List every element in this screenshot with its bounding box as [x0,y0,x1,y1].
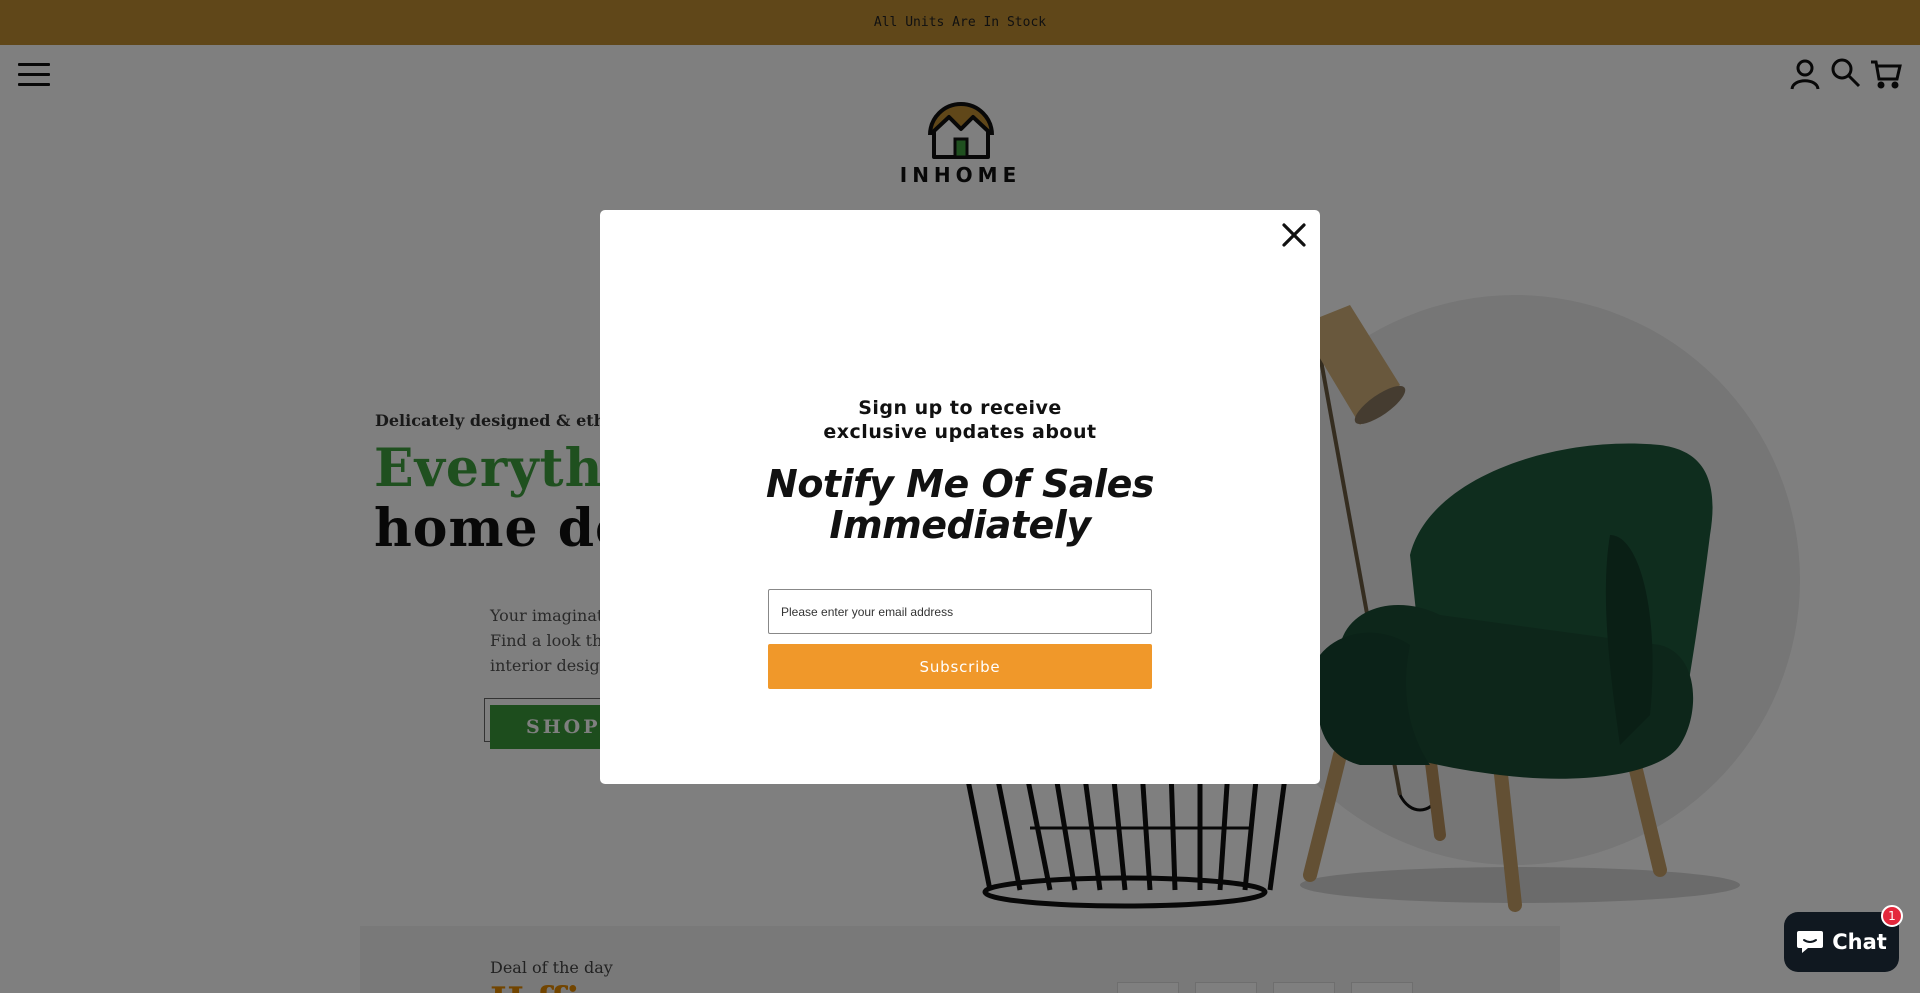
chat-notification-badge: 1 [1881,905,1903,927]
chat-label: Chat [1832,930,1887,954]
modal-title-line1: Notify Me Of Sales [766,462,1154,506]
modal-heading: Sign up to receive exclusive updates abo… [600,396,1320,444]
subscribe-button[interactable]: Subscribe [768,644,1152,689]
modal-title: Notify Me Of Sales Immediately [600,464,1320,546]
modal-heading-line2: exclusive updates about [823,421,1097,443]
chat-bubble-icon [1797,931,1824,953]
modal-title-line2: Immediately [829,503,1091,547]
close-icon[interactable] [1280,221,1308,249]
signup-modal: Sign up to receive exclusive updates abo… [600,210,1320,784]
modal-heading-line1: Sign up to receive [858,397,1062,419]
email-field[interactable] [768,589,1152,634]
